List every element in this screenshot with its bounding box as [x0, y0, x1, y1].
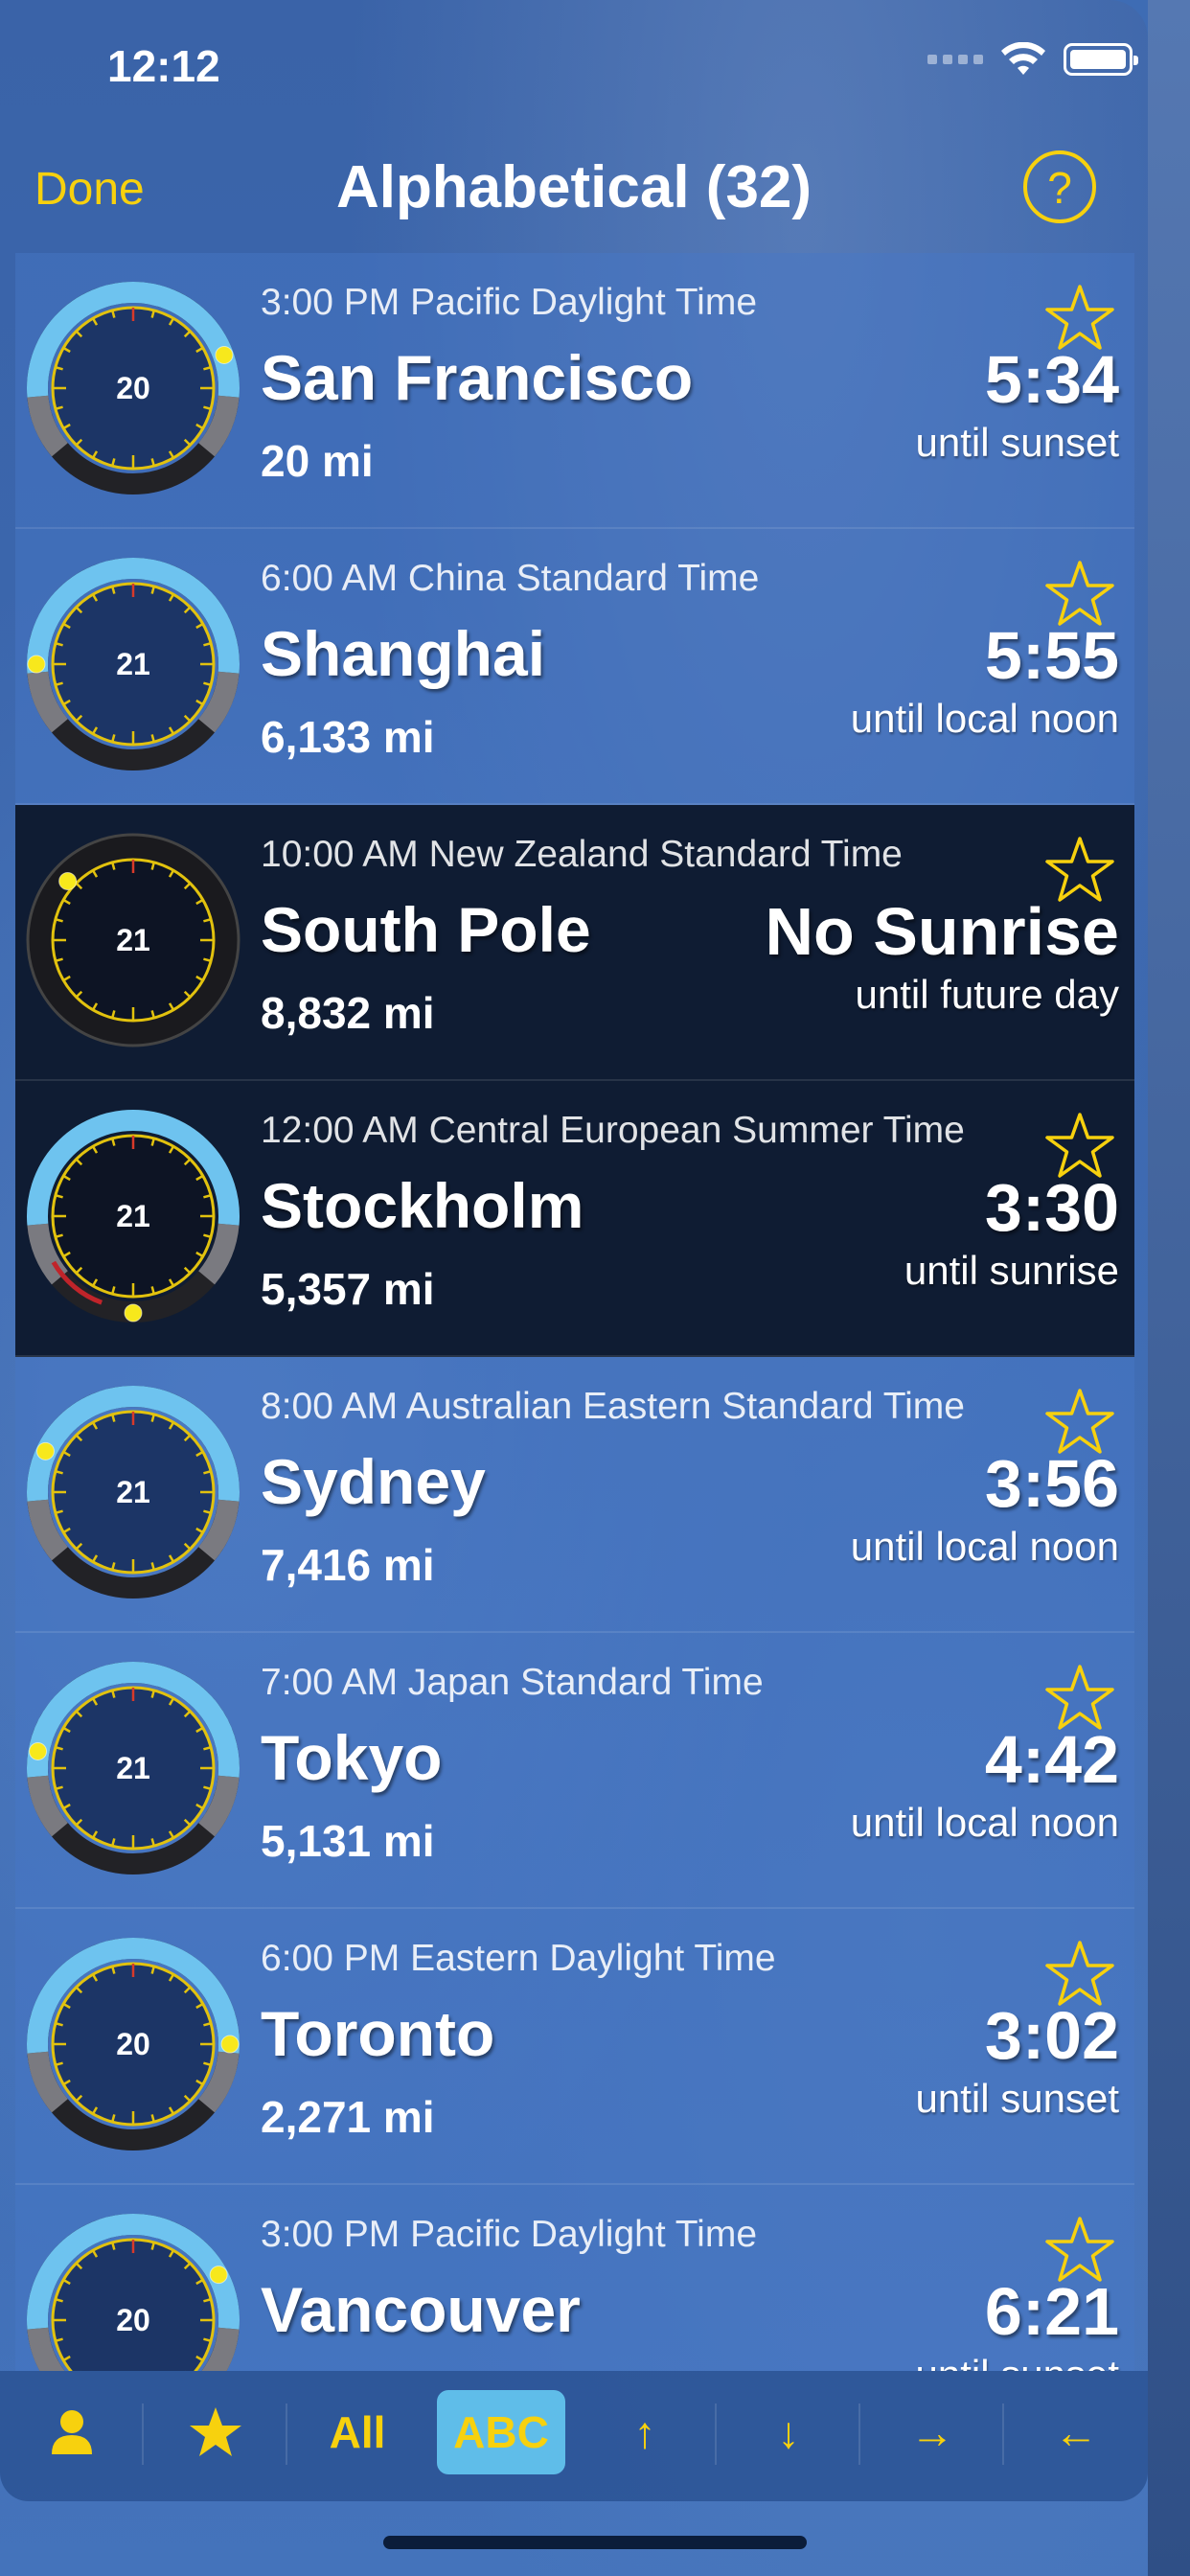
distance-label: 5,131 mi	[261, 1816, 435, 1866]
location-list[interactable]: 20 3:00 PM Pacific Daylight Time San Franc…	[15, 253, 1134, 2371]
countdown-caption: until local noon	[850, 696, 1119, 741]
sun-clock-dial-icon: 21	[27, 558, 240, 770]
distance-label: 7,416 mi	[261, 1540, 435, 1590]
sun-clock-dial-icon: 20	[27, 1938, 240, 2150]
countdown-value: 3:30	[984, 1170, 1119, 1245]
sun-clock-dial-icon: 20	[27, 2214, 240, 2371]
dial-day-number: 20	[116, 2303, 150, 2337]
favorite-star-icon[interactable]	[1044, 284, 1115, 353]
battery-icon	[1064, 43, 1138, 76]
countdown-caption: until sunrise	[904, 1248, 1119, 1293]
countdown-caption: until sunset	[915, 420, 1119, 465]
distance-label: 5,357 mi	[261, 1264, 435, 1314]
dial-day-number: 21	[116, 1751, 150, 1785]
distance-label: 20 mi	[261, 436, 374, 486]
sun-clock-dial-icon: 21	[27, 1386, 240, 1598]
sun-clock-dial-icon: 21	[27, 1662, 240, 1874]
city-name: Vancouver	[261, 2274, 581, 2345]
favorites-star-icon[interactable]	[172, 2390, 259, 2474]
sort-right-button[interactable]: →	[889, 2390, 975, 2474]
city-name: San Francisco	[261, 342, 694, 413]
countdown-caption: until future day	[855, 972, 1119, 1017]
timezone-label: 3:00 PM Pacific Daylight Time	[261, 282, 758, 323]
favorite-star-icon[interactable]	[1044, 1664, 1115, 1733]
countdown-value: 3:56	[984, 1446, 1119, 1521]
countdown-caption: until local noon	[850, 1800, 1119, 1845]
bottom-toolbar: All ABC ↑ ↓ → ←	[0, 2371, 1148, 2501]
dial-day-number: 21	[116, 1475, 150, 1509]
dial-day-number: 20	[116, 2027, 150, 2061]
favorite-star-icon[interactable]	[1044, 836, 1115, 905]
wifi-icon	[1001, 42, 1045, 75]
list-item[interactable]: 21 7:00 AM Japan Standard Time Tokyo 5,131 …	[15, 1633, 1134, 1909]
favorite-star-icon[interactable]	[1044, 1388, 1115, 1457]
sort-abc-button[interactable]: ABC	[437, 2390, 565, 2474]
countdown-caption: until local noon	[850, 1524, 1119, 1569]
countdown-caption: until sunset	[916, 2352, 1119, 2371]
list-item[interactable]: 21 6:00 AM China Standard Time Shanghai 6,1…	[15, 529, 1134, 805]
person-icon[interactable]	[29, 2390, 115, 2474]
sort-left-button[interactable]: ←	[1033, 2390, 1119, 2474]
timezone-label: 8:00 AM Australian Eastern Standard Time	[261, 1386, 965, 1427]
list-item[interactable]: 21 10:00 AM New Zealand Standard Time Sout…	[15, 805, 1134, 1081]
distance-label: 2,271 mi	[261, 2092, 435, 2142]
countdown-value: 5:55	[984, 618, 1119, 693]
favorite-star-icon[interactable]	[1044, 560, 1115, 629]
countdown-value: 6:21	[984, 2274, 1119, 2349]
status-time: 12:12	[107, 41, 220, 91]
dial-day-number: 20	[116, 371, 150, 405]
list-item[interactable]: 20 3:00 PM Pacific Daylight Time Vancouver…	[15, 2185, 1134, 2371]
city-name: Shanghai	[261, 618, 546, 689]
timezone-label: 7:00 AM Japan Standard Time	[261, 1662, 764, 1703]
city-name: Toronto	[261, 1998, 495, 2069]
home-indicator[interactable]	[383, 2536, 807, 2549]
favorite-star-icon[interactable]	[1044, 1112, 1115, 1181]
sort-down-button[interactable]: ↓	[745, 2390, 832, 2474]
countdown-value: No Sunrise	[765, 894, 1119, 969]
status-icons	[927, 42, 1138, 77]
city-name: Tokyo	[261, 1722, 443, 1793]
sun-clock-dial-icon: 21	[26, 833, 240, 1047]
city-name: South Pole	[261, 894, 591, 965]
countdown-caption: until sunset	[915, 2076, 1119, 2121]
list-item[interactable]: 20 3:00 PM Pacific Daylight Time San Franc…	[15, 253, 1134, 529]
signal-icon	[927, 55, 983, 64]
favorite-star-icon[interactable]	[1044, 1940, 1115, 2009]
sun-clock-dial-icon: 21	[27, 1110, 240, 1322]
timezone-label: 12:00 AM Central European Summer Time	[261, 1110, 965, 1151]
filter-all-button[interactable]: All	[305, 2390, 410, 2474]
distance-label: 8,832 mi	[261, 988, 435, 1038]
countdown-value: 5:34	[984, 342, 1119, 417]
countdown-value: 3:02	[984, 1998, 1119, 2073]
dial-day-number: 21	[116, 923, 150, 957]
background-edge	[1148, 0, 1190, 2576]
distance-label: 6,133 mi	[261, 712, 435, 762]
page-title: Alphabetical (32)	[335, 154, 812, 220]
list-item[interactable]: 20 6:00 PM Eastern Daylight Time Toronto 2,…	[15, 1909, 1134, 2185]
timezone-label: 3:00 PM Pacific Daylight Time	[261, 2214, 758, 2255]
countdown-value: 4:42	[984, 1722, 1119, 1797]
city-name: Stockholm	[261, 1170, 584, 1241]
help-button[interactable]: ?	[1023, 150, 1096, 223]
sun-clock-dial-icon: 20	[27, 282, 240, 494]
city-name: Sydney	[261, 1446, 486, 1517]
timezone-label: 6:00 AM China Standard Time	[261, 558, 760, 599]
sort-up-button[interactable]: ↑	[602, 2390, 688, 2474]
list-item[interactable]: 21 8:00 AM Australian Eastern Standard Ti…	[15, 1357, 1134, 1633]
timezone-label: 10:00 AM New Zealand Standard Time	[261, 834, 903, 875]
timezone-label: 6:00 PM Eastern Daylight Time	[261, 1938, 776, 1979]
dial-day-number: 21	[116, 1199, 150, 1233]
list-item[interactable]: 21 12:00 AM Central European Summer Time S…	[15, 1081, 1134, 1357]
favorite-star-icon[interactable]	[1044, 2216, 1115, 2285]
dial-day-number: 21	[116, 647, 150, 681]
